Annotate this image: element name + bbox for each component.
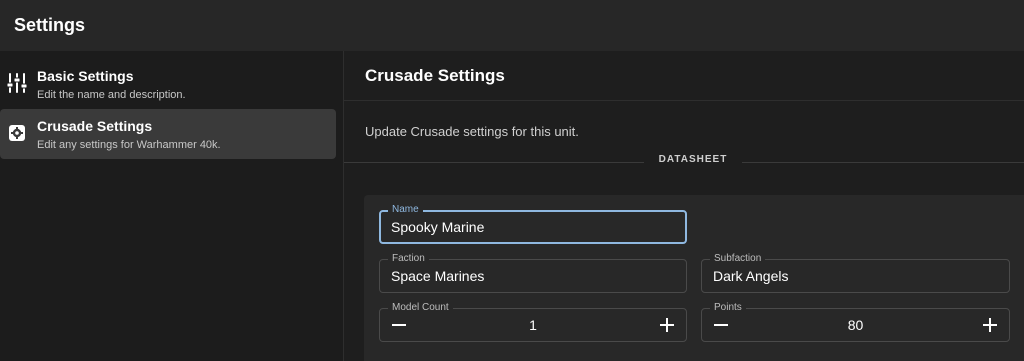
faction-input[interactable] bbox=[391, 260, 675, 292]
divider-line bbox=[344, 162, 644, 163]
faction-field: Faction bbox=[379, 252, 687, 293]
subfaction-field: Subfaction bbox=[701, 252, 1010, 293]
sidebar-item-crusade-settings[interactable]: Crusade Settings Edit any settings for W… bbox=[0, 109, 336, 159]
panel-header: Crusade Settings bbox=[344, 51, 1024, 101]
plus-icon bbox=[983, 318, 997, 332]
increment-model-count-button[interactable] bbox=[650, 309, 684, 341]
points-value[interactable]: 80 bbox=[742, 309, 969, 341]
panel-subtitle: Update Crusade settings for this unit. bbox=[365, 124, 579, 139]
sidebar-item-label: Basic Settings bbox=[37, 68, 134, 84]
datasheet-card: Name Faction Subfaction Model Count 1 bbox=[364, 195, 1024, 361]
panel-title: Crusade Settings bbox=[365, 66, 505, 85]
minus-icon bbox=[714, 324, 728, 326]
section-label: DATASHEET bbox=[658, 154, 728, 165]
sidebar-item-label: Crusade Settings bbox=[37, 118, 153, 134]
points-stepper: Points 80 bbox=[701, 301, 1010, 342]
main-panel: Crusade Settings Update Crusade settings… bbox=[344, 51, 1024, 361]
model-count-value[interactable]: 1 bbox=[420, 309, 646, 341]
section-divider: DATASHEET bbox=[344, 154, 1024, 170]
plus-icon bbox=[660, 318, 674, 332]
model-count-stepper: Model Count 1 bbox=[379, 301, 687, 342]
app-title: Settings bbox=[14, 15, 86, 35]
subfaction-input[interactable] bbox=[713, 260, 998, 292]
sidebar: Basic Settings Edit the name and descrip… bbox=[0, 51, 344, 361]
sidebar-item-basic-settings[interactable]: Basic Settings Edit the name and descrip… bbox=[0, 59, 336, 109]
decrement-points-button[interactable] bbox=[704, 309, 738, 341]
sliders-icon bbox=[6, 72, 28, 94]
increment-points-button[interactable] bbox=[973, 309, 1007, 341]
sidebar-item-description: Edit the name and description. bbox=[37, 89, 186, 101]
name-input[interactable] bbox=[391, 212, 673, 242]
divider-line bbox=[742, 162, 1024, 163]
name-field: Name bbox=[379, 203, 687, 244]
gear-icon bbox=[6, 122, 28, 144]
sidebar-item-description: Edit any settings for Warhammer 40k. bbox=[37, 139, 221, 151]
top-app-bar: Settings bbox=[0, 0, 1024, 51]
decrement-model-count-button[interactable] bbox=[382, 309, 416, 341]
minus-icon bbox=[392, 324, 406, 326]
